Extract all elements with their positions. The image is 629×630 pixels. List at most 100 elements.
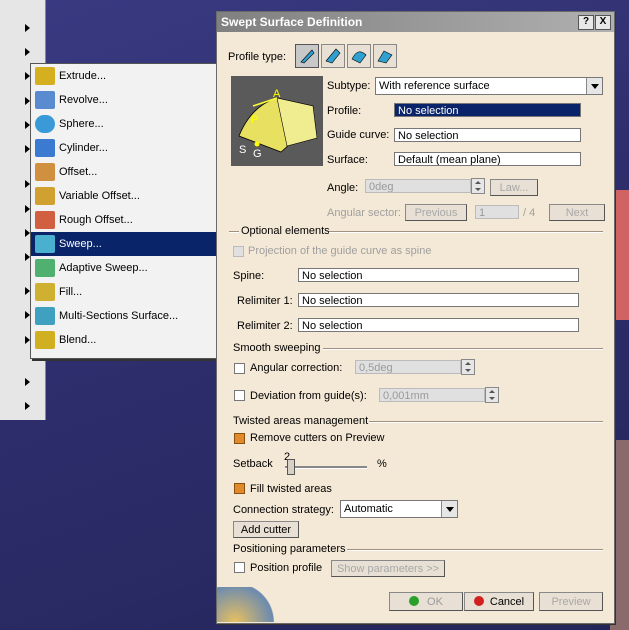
- position-profile-label: Position profile: [250, 562, 323, 574]
- help-button[interactable]: ?: [578, 15, 594, 30]
- menu-item-offset[interactable]: Offset...: [31, 160, 225, 184]
- subtype-sketch-image: A P S G: [231, 76, 323, 166]
- fill-twisted-label: Fill twisted areas: [250, 483, 332, 495]
- angular-correction-label: Angular correction:: [250, 362, 343, 374]
- cancel-icon: [473, 596, 484, 606]
- deviation-checkbox[interactable]: [234, 390, 245, 401]
- sketch-label-a: A: [273, 88, 281, 100]
- connection-strategy-value: Automatic: [344, 503, 393, 515]
- previous-button[interactable]: Previous: [405, 204, 467, 221]
- relimiter1-field[interactable]: No selection: [298, 293, 579, 307]
- angle-label: Angle:: [327, 182, 359, 194]
- profile-type-explicit-button[interactable]: [295, 44, 319, 68]
- separator: [369, 421, 603, 423]
- ok-button[interactable]: OK: [389, 592, 463, 611]
- profile-type-circle-button[interactable]: [347, 44, 371, 68]
- angle-spinner[interactable]: [471, 178, 485, 194]
- rough-offset-icon: [35, 211, 55, 229]
- setback-slider-handle[interactable]: [287, 459, 295, 475]
- positioning-label: Positioning parameters: [233, 543, 346, 555]
- extrude-icon: [35, 67, 55, 85]
- smooth-sweeping-label: Smooth sweeping: [233, 342, 321, 354]
- connection-strategy-label: Connection strategy:: [233, 504, 334, 516]
- remove-cutters-checkbox[interactable]: [234, 433, 245, 444]
- multi-sections-icon: [35, 307, 55, 325]
- chevron-down-icon[interactable]: [586, 78, 602, 94]
- subtype-label: Subtype:: [327, 80, 371, 92]
- profile-explicit-icon: [300, 49, 315, 64]
- angular-correction-spinner[interactable]: [461, 359, 475, 375]
- angular-correction-field[interactable]: 0,5deg: [355, 360, 461, 374]
- menu-item-multi-sections-surface[interactable]: Multi-Sections Surface...: [31, 304, 225, 328]
- cancel-label: Cancel: [489, 596, 525, 608]
- profile-field[interactable]: No selection: [394, 103, 581, 117]
- menu-item-variable-offset[interactable]: Variable Offset...: [31, 184, 225, 208]
- setback-slider-track[interactable]: [285, 466, 367, 469]
- show-parameters-button[interactable]: Show parameters >>: [331, 560, 445, 577]
- cylinder-icon: [35, 139, 55, 157]
- offset-icon: [35, 163, 55, 181]
- profile-type-conic-button[interactable]: [373, 44, 397, 68]
- deviation-field[interactable]: 0,001mm: [379, 388, 485, 402]
- spine-label: Spine:: [233, 270, 265, 282]
- deviation-label: Deviation from guide(s):: [250, 390, 367, 402]
- catia-logo-icon: [217, 587, 277, 622]
- relimiter2-field[interactable]: No selection: [298, 318, 579, 332]
- angular-correction-checkbox[interactable]: [234, 363, 245, 374]
- relimiter2-label: Relimiter 2:: [237, 320, 293, 332]
- dialog-title: Swept Surface Definition: [221, 15, 363, 29]
- position-profile-checkbox[interactable]: [234, 562, 245, 573]
- relimiter1-label: Relimiter 1:: [237, 295, 293, 307]
- setback-label: Setback: [233, 458, 273, 470]
- menu-item-cylinder[interactable]: Cylinder...: [31, 136, 225, 160]
- guide-curve-field[interactable]: No selection: [394, 128, 581, 142]
- chevron-down-icon[interactable]: [441, 501, 457, 517]
- menu-item-sweep[interactable]: Sweep...: [31, 232, 225, 256]
- submenu-arrow-icon[interactable]: [25, 24, 30, 32]
- sweep-icon: [35, 235, 55, 253]
- sketch-label-p: P: [251, 114, 259, 126]
- menu-item-adaptive-sweep[interactable]: Adaptive Sweep...: [31, 256, 225, 280]
- preview-button[interactable]: Preview: [539, 592, 603, 611]
- separator: [329, 231, 603, 233]
- swept-surface-dialog: Swept Surface Definition ? X Profile typ…: [216, 11, 615, 624]
- cancel-button[interactable]: Cancel: [464, 592, 534, 611]
- projection-checkbox[interactable]: [233, 246, 244, 257]
- setback-unit: %: [377, 458, 387, 470]
- next-button[interactable]: Next: [549, 204, 605, 221]
- fill-twisted-checkbox[interactable]: [234, 483, 245, 494]
- profile-conic-icon: [377, 50, 393, 64]
- menu-item-rough-offset[interactable]: Rough Offset...: [31, 208, 225, 232]
- sketch-label-s: S: [239, 144, 247, 156]
- submenu-arrow-icon[interactable]: [25, 48, 30, 56]
- connection-strategy-combo[interactable]: Automatic: [340, 500, 458, 518]
- profile-circle-icon: [351, 51, 367, 64]
- menu-item-blend[interactable]: Blend...: [31, 328, 225, 352]
- ok-label: OK: [427, 596, 443, 608]
- law-button[interactable]: Law...: [490, 179, 538, 196]
- menu-item-fill[interactable]: Fill...: [31, 280, 225, 304]
- subtype-combo[interactable]: With reference surface: [375, 77, 603, 95]
- menu-item-extrude[interactable]: Extrude...: [31, 64, 225, 88]
- close-button[interactable]: X: [595, 15, 611, 30]
- sphere-icon: [35, 115, 55, 133]
- angle-field[interactable]: 0deg: [365, 179, 471, 193]
- deviation-spinner[interactable]: [485, 387, 499, 403]
- submenu-arrow-icon[interactable]: [25, 402, 30, 410]
- dialog-titlebar[interactable]: Swept Surface Definition ? X: [217, 12, 614, 32]
- remove-cutters-label: Remove cutters on Preview: [250, 432, 385, 444]
- sector-total: / 4: [523, 207, 536, 219]
- menu-item-sphere[interactable]: Sphere...: [31, 112, 225, 136]
- surface-field[interactable]: Default (mean plane): [394, 152, 581, 166]
- spine-field[interactable]: No selection: [298, 268, 579, 282]
- sector-field[interactable]: 1: [475, 205, 519, 219]
- revolve-icon: [35, 91, 55, 109]
- submenu-arrow-icon[interactable]: [25, 378, 30, 386]
- twisted-areas-label: Twisted areas management: [233, 415, 369, 427]
- menu-item-revolve[interactable]: Revolve...: [31, 88, 225, 112]
- add-cutter-button[interactable]: Add cutter: [233, 521, 299, 538]
- profile-type-line-button[interactable]: [321, 44, 345, 68]
- separator: [323, 348, 603, 350]
- profile-line-icon: [325, 48, 341, 64]
- sketch-label-g: G: [253, 148, 262, 160]
